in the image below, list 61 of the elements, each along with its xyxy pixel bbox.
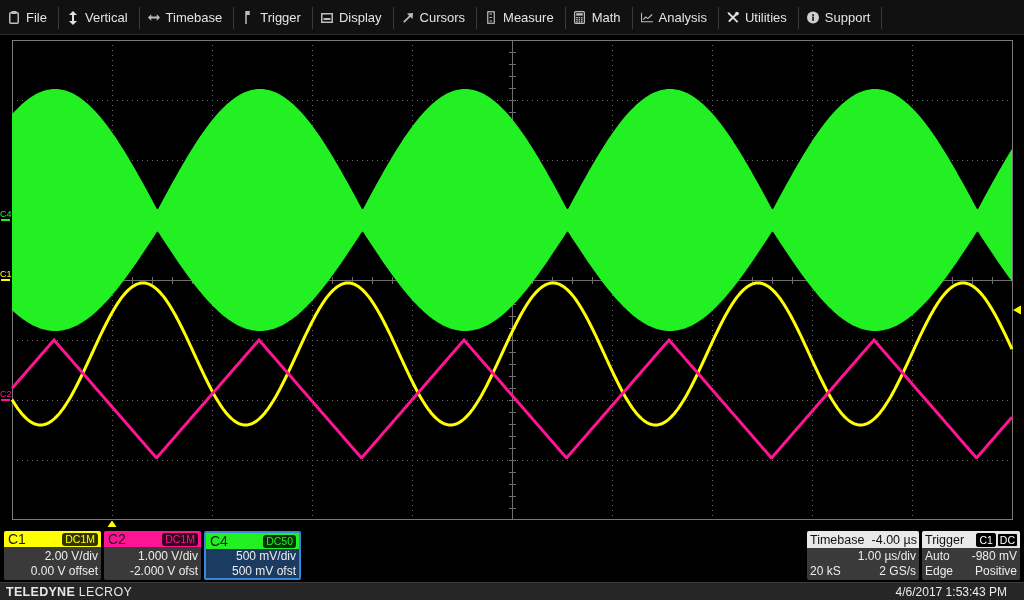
info-icon (806, 11, 819, 24)
channel-label: C4 (0, 209, 12, 219)
coupling-badge: DC (996, 532, 1018, 547)
trigger-type: Edge (925, 564, 954, 579)
sample-count: 20 kS (810, 564, 841, 579)
offset-value: -2.000 V ofst (129, 563, 198, 579)
triangle-marker-icon[interactable] (107, 520, 117, 527)
channel-panel[interactable]: C4 DC50 500 mV/div 500 mV ofst (204, 531, 301, 580)
channel-panel[interactable]: C1 DC1M 2.00 V/div 0.00 V offset (4, 531, 101, 580)
sample-rate: 2 GS/s (879, 564, 916, 579)
menu-item[interactable]: Display (312, 6, 394, 29)
source-badge: C1 (976, 532, 996, 547)
menu-item[interactable]: Math (565, 6, 633, 29)
coupling-badge: DC1M (162, 532, 198, 546)
channel-label: C1 (0, 269, 12, 279)
line-chart-icon (640, 12, 653, 23)
monitor-icon (320, 12, 333, 23)
trigger-slope: Positive (974, 564, 1017, 579)
volts-per-div: 2.00 V/div (44, 548, 98, 564)
offset-marker-icon[interactable] (1, 399, 10, 401)
channel-name: C1 (8, 531, 26, 547)
menu-item[interactable]: Timebase (139, 6, 235, 29)
menu-item[interactable]: Vertical (58, 6, 140, 29)
panel-title: Timebase (810, 532, 865, 547)
menu-item[interactable]: Analysis (632, 6, 719, 29)
horizontal-arrows-icon (147, 14, 160, 21)
channel-name: C4 (210, 533, 228, 549)
calculator-icon (574, 11, 586, 24)
menu-item[interactable]: Trigger (234, 6, 313, 29)
menu-item[interactable]: Utilities (718, 6, 799, 29)
offset-marker-icon[interactable] (1, 279, 10, 281)
panel-title: Trigger (925, 532, 965, 547)
channel-panel[interactable]: C2 DC1M 1.000 V/div -2.000 V ofst (104, 531, 201, 580)
delay-value: -4.00 µs (871, 532, 917, 547)
volts-per-div: 1.000 V/div (137, 548, 198, 564)
trigger-level: -980 mV (971, 549, 1017, 564)
menu-item[interactable]: File (0, 6, 59, 29)
brand-logo: TELEDYNE LECROY (6, 584, 133, 599)
cursor-arrow-icon (402, 12, 413, 23)
coupling-badge: DC50 (263, 534, 296, 548)
channel-label: C2 (0, 389, 12, 399)
menu-item[interactable]: Measure (477, 6, 566, 29)
timebase-panel[interactable]: Timebase -4.00 µs 1.00 µs/div 20 kS 2 GS/s (807, 531, 919, 580)
vertical-arrows-icon (68, 10, 77, 25)
offset-value: 500 mV ofst (231, 564, 296, 578)
volts-per-div: 500 mV/div (235, 549, 296, 564)
time-per-div: 1.00 µs/div (857, 549, 916, 564)
trigger-mode: Auto (925, 549, 950, 564)
offset-marker-icon[interactable] (1, 219, 10, 221)
ruler-icon (487, 11, 496, 24)
trigger-panel[interactable]: Trigger C1 DC Auto -980 mV Edge Positive (922, 531, 1020, 580)
menu-item[interactable]: Cursors (393, 6, 478, 29)
offset-value: 0.00 V offset (30, 563, 98, 579)
channel-name: C2 (108, 531, 126, 547)
menu-item[interactable]: Support (798, 6, 883, 29)
tools-icon (726, 11, 739, 24)
date-time: 4/6/2017 1:53:43 PM (895, 584, 1007, 599)
triangle-marker-icon[interactable] (1013, 305, 1021, 315)
coupling-badge: DC1M (62, 532, 98, 546)
clipboard-icon (9, 11, 19, 24)
flag-icon (245, 11, 252, 24)
